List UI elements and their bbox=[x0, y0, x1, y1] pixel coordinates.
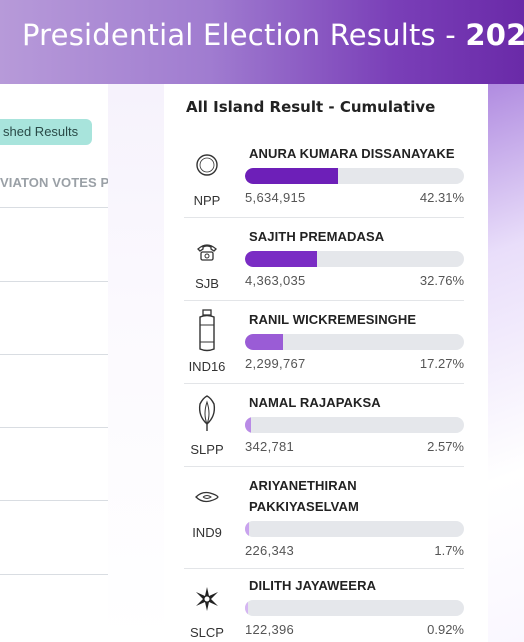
table-row-divider bbox=[0, 427, 108, 428]
table-row-divider bbox=[0, 207, 108, 208]
vote-share-bar bbox=[245, 168, 464, 184]
candidate-row[interactable]: SJB SAJITH PREMADASA 4,363,035 32.76% bbox=[184, 218, 464, 301]
candidate-row[interactable]: IND16 RANIL WICKREMESINGHE 2,299,767 17.… bbox=[184, 301, 464, 384]
candidate-name: NAMAL RAJAPAKSA bbox=[249, 392, 469, 413]
party-code: IND16 bbox=[188, 359, 226, 374]
candidate-name: RANIL WICKREMESINGHE bbox=[249, 309, 469, 330]
gas-cylinder-icon bbox=[194, 309, 220, 353]
candidate-name-line: ANURA KUMARA DISSANAYAKE bbox=[249, 146, 455, 161]
table-row-divider bbox=[0, 574, 108, 575]
panel-title: All Island Result - Cumulative bbox=[186, 98, 436, 116]
tab-published-results[interactable]: shed Results bbox=[0, 119, 92, 145]
vote-percent: 17.27% bbox=[419, 356, 464, 371]
candidate-name-line: SAJITH PREMADASA bbox=[249, 229, 385, 244]
vote-count: 4,363,035 bbox=[245, 273, 306, 288]
table-row-divider bbox=[0, 354, 108, 355]
vote-share-fill bbox=[245, 600, 249, 616]
candidate-name-line: RANIL WICKREMESINGHE bbox=[249, 312, 417, 327]
vote-share-fill bbox=[245, 251, 317, 267]
vote-share-bar bbox=[245, 521, 464, 537]
party-code: SLPP bbox=[190, 442, 224, 457]
vote-count: 226,343 bbox=[245, 543, 295, 558]
telephone-icon bbox=[194, 238, 220, 264]
candidate-name-line: ARIYANETHIRAN bbox=[249, 478, 357, 493]
party-code: SJB bbox=[195, 276, 219, 291]
vote-share-fill bbox=[245, 521, 249, 537]
vote-share-bar bbox=[245, 251, 464, 267]
candidate-row[interactable]: SLCP DILITH JAYAWEERA 122,396 0.92% bbox=[184, 569, 464, 642]
vote-count: 5,634,915 bbox=[245, 190, 306, 205]
background-gradient-strip bbox=[108, 84, 164, 642]
vote-percent: 42.31% bbox=[419, 190, 464, 205]
table-row-divider bbox=[0, 281, 108, 282]
candidate-row[interactable]: SLPP NAMAL RAJAPAKSA 342,781 2.57% bbox=[184, 384, 464, 467]
background-decoration bbox=[486, 84, 524, 642]
page-title: Presidential Election Results - 2024 bbox=[22, 18, 524, 52]
vote-percent: 1.7% bbox=[434, 543, 464, 558]
vote-count: 2,299,767 bbox=[245, 356, 306, 371]
vote-count: 122,396 bbox=[245, 622, 295, 637]
vote-share-bar bbox=[245, 334, 464, 350]
title-year: 2024 bbox=[465, 18, 524, 52]
candidate-name: ANURA KUMARA DISSANAYAKE bbox=[249, 143, 469, 164]
vote-share-fill bbox=[245, 334, 283, 350]
vote-percent: 32.76% bbox=[419, 273, 464, 288]
candidate-name-line: PAKKIYASELVAM bbox=[249, 499, 359, 514]
lotus-bud-icon bbox=[194, 394, 220, 432]
vote-percent: 0.92% bbox=[427, 622, 464, 637]
vote-share-fill bbox=[245, 417, 251, 433]
candidate-row[interactable]: IND9 ARIYANETHIRAN PAKKIYASELVAM 226,343 … bbox=[184, 467, 464, 569]
results-table-panel: shed Results VIATON VOTES P bbox=[0, 84, 108, 642]
candidate-name: ARIYANETHIRAN PAKKIYASELVAM bbox=[249, 475, 469, 517]
party-code: SLCP bbox=[190, 625, 224, 640]
star-icon bbox=[194, 586, 220, 612]
candidate-row[interactable]: NPP ANURA KUMARA DISSANAYAKE 5,634,915 4… bbox=[184, 140, 464, 218]
candidate-name: DILITH JAYAWEERA bbox=[249, 575, 469, 596]
cumulative-results-panel: All Island Result - Cumulative NPP ANURA… bbox=[164, 84, 488, 642]
party-code: NPP bbox=[193, 193, 221, 208]
page-header: Presidential Election Results - 2024 bbox=[0, 0, 524, 84]
vote-share-bar bbox=[245, 600, 464, 616]
table-column-header: VIATON VOTES P bbox=[0, 175, 108, 190]
vote-share-bar bbox=[245, 417, 464, 433]
conch-shell-icon bbox=[194, 484, 220, 510]
vote-count: 342,781 bbox=[245, 439, 295, 454]
vote-percent: 2.57% bbox=[427, 439, 464, 454]
candidate-name-line: DILITH JAYAWEERA bbox=[249, 578, 377, 593]
compass-icon bbox=[194, 152, 220, 178]
table-row-divider bbox=[0, 500, 108, 501]
vote-share-fill bbox=[245, 168, 338, 184]
party-code: IND9 bbox=[192, 525, 222, 540]
title-prefix: Presidential Election Results - bbox=[22, 18, 466, 52]
candidate-name: SAJITH PREMADASA bbox=[249, 226, 469, 247]
candidate-name-line: NAMAL RAJAPAKSA bbox=[249, 395, 381, 410]
